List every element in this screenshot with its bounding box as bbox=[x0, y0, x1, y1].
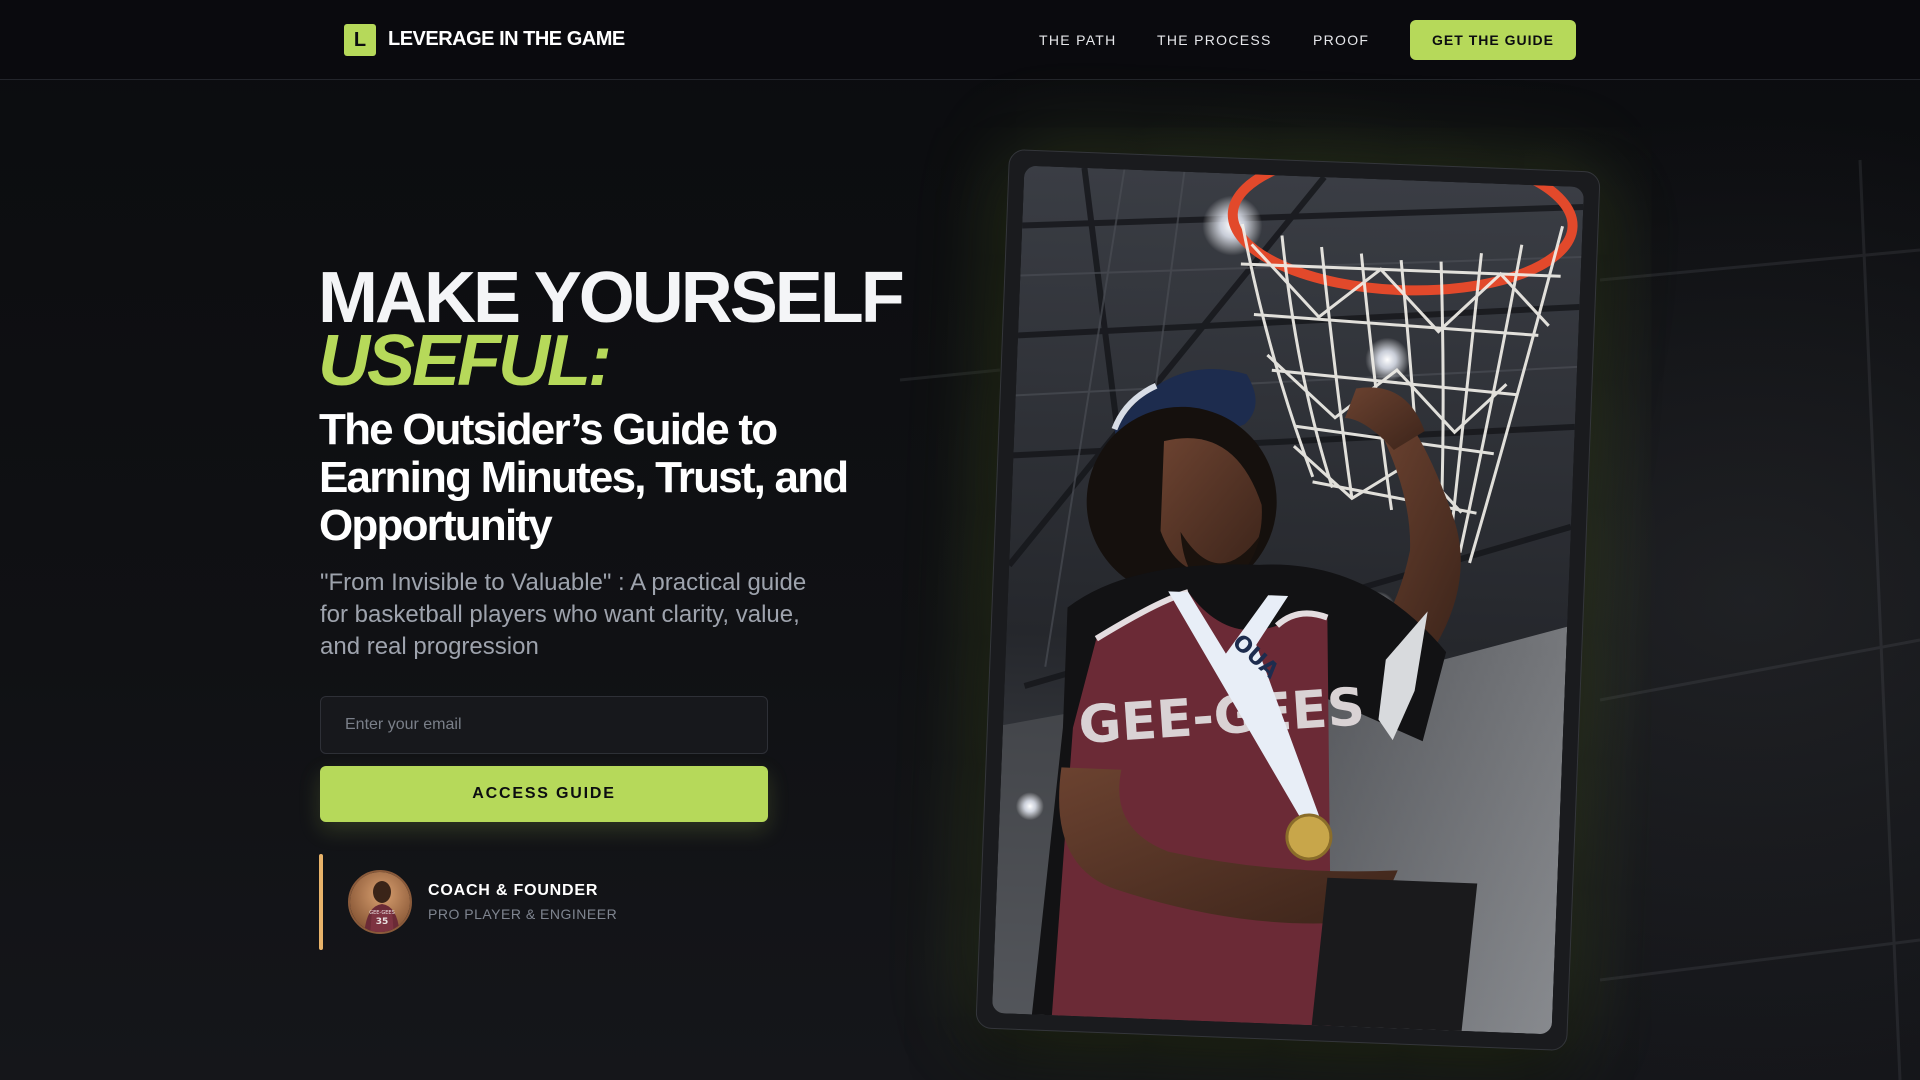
get-the-guide-button[interactable]: GET THE GUIDE bbox=[1410, 20, 1576, 60]
founder-title: COACH & FOUNDER bbox=[428, 882, 599, 899]
avatar-jersey-text: GEE-GEES bbox=[369, 910, 395, 916]
basketball-player-photo-illustration: GEE-GEES OUA bbox=[991, 165, 1585, 1035]
logo-mark[interactable]: L bbox=[344, 24, 376, 56]
email-input[interactable] bbox=[320, 696, 768, 754]
founder-accent-bar bbox=[319, 854, 323, 950]
background-gym-structure bbox=[899, 159, 1920, 1080]
hero-photo: GEE-GEES OUA bbox=[991, 165, 1585, 1035]
headline-line-2-accent: USEFUL: bbox=[318, 321, 612, 401]
hero-photo-card: GEE-GEES OUA bbox=[975, 148, 1601, 1052]
brand-name[interactable]: LEVERAGE IN THE GAME bbox=[388, 28, 625, 51]
site-header: L LEVERAGE IN THE GAME THE PATH THE PROC… bbox=[0, 0, 1920, 80]
founder-avatar: 35 GEE-GEES bbox=[348, 870, 412, 934]
nav-link-the-path[interactable]: THE PATH bbox=[1039, 32, 1117, 48]
hero-tagline: "From Invisible to Valuable" : A practic… bbox=[320, 569, 807, 660]
founder-subtitle: PRO PLAYER & ENGINEER bbox=[428, 906, 618, 922]
hero-subtitle: The Outsider’s Guide to Earning Minutes,… bbox=[319, 405, 849, 550]
access-guide-button[interactable]: ACCESS GUIDE bbox=[320, 766, 768, 822]
avatar-jersey-number: 35 bbox=[376, 917, 389, 927]
nav-link-proof[interactable]: PROOF bbox=[1313, 32, 1369, 48]
nav-link-the-process[interactable]: THE PROCESS bbox=[1157, 32, 1272, 48]
